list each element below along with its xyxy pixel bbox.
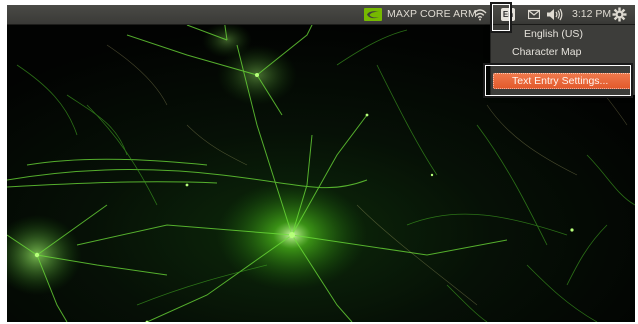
menu-item-english-us[interactable]: English (US)	[496, 26, 635, 43]
annotation-highlight-text-entry-settings	[483, 63, 633, 98]
nvidia-logo-icon[interactable]	[364, 8, 382, 21]
mail-icon[interactable]	[528, 9, 540, 20]
host-label[interactable]: MAXP CORE ARM	[387, 5, 477, 24]
sound-icon[interactable]	[546, 8, 563, 21]
clock[interactable]: 3:12 PM	[572, 5, 611, 24]
desktop-screen: MAXP CORE ARM En 3:12 PM English (US) Ch…	[7, 5, 635, 322]
top-panel: MAXP CORE ARM En 3:12 PM	[7, 5, 635, 25]
wifi-icon[interactable]	[473, 8, 487, 21]
menu-item-character-map[interactable]: Character Map	[491, 44, 635, 61]
annotation-highlight-keyboard-indicator	[490, 2, 512, 33]
settings-gear-icon[interactable]	[612, 7, 627, 22]
